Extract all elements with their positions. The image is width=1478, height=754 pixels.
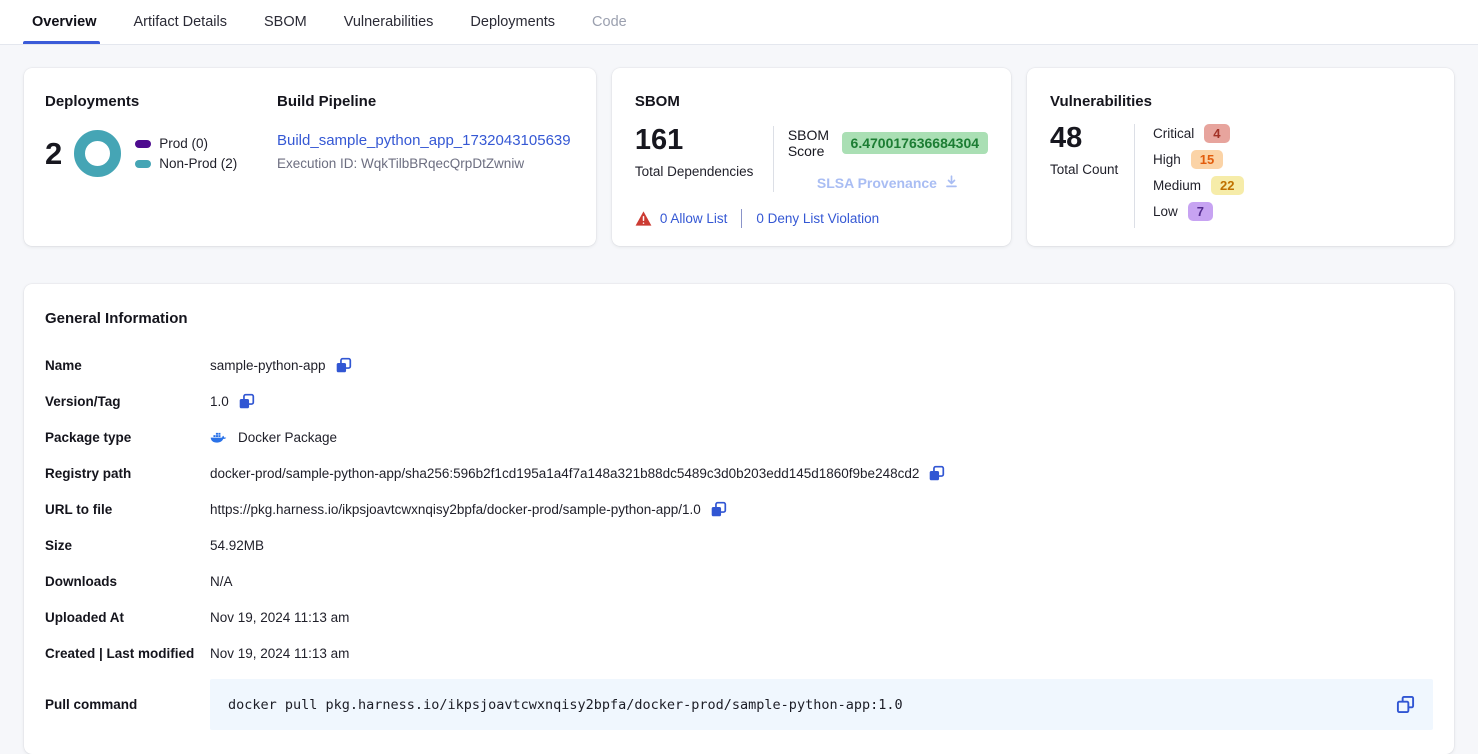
url-to-file-label: URL to file	[45, 502, 210, 517]
name-label: Name	[45, 358, 210, 373]
pull-command-box: docker pull pkg.harness.io/ikpsjoavtcwxn…	[210, 679, 1433, 730]
vulnerabilities-totals: 48 Total Count	[1050, 124, 1134, 228]
allow-list-link[interactable]: 0 Allow List	[660, 211, 728, 226]
deployments-legend: Prod (0) Non-Prod (2)	[135, 131, 237, 176]
medium-count-badge: 22	[1211, 176, 1243, 195]
tab-sbom[interactable]: SBOM	[264, 0, 307, 44]
registry-path-row: Registry path docker-prod/sample-python-…	[45, 455, 1433, 491]
sbom-totals: 161 Total Dependencies	[635, 126, 773, 192]
pull-command-label: Pull command	[45, 697, 210, 712]
tab-vulnerabilities[interactable]: Vulnerabilities	[344, 0, 434, 44]
tab-bar: Overview Artifact Details SBOM Vulnerabi…	[0, 0, 1478, 45]
pull-command-row: Pull command docker pull pkg.harness.io/…	[45, 679, 1433, 730]
slsa-provenance-label: SLSA Provenance	[817, 175, 937, 191]
medium-label: Medium	[1153, 178, 1201, 193]
vulnerabilities-title: Vulnerabilities	[1050, 93, 1431, 110]
uploaded-at-row: Uploaded At Nov 19, 2024 11:13 am	[45, 599, 1433, 635]
severity-row-low: Low 7	[1153, 202, 1243, 221]
nonprod-legend-label: Non-Prod (2)	[159, 156, 237, 171]
prod-legend-label: Prod (0)	[159, 136, 208, 151]
download-icon	[944, 174, 959, 192]
version-row: Version/Tag 1.0	[45, 383, 1433, 419]
package-type-value: Docker Package	[238, 430, 337, 445]
sbom-score-label: SBOM Score	[788, 127, 833, 159]
overview-page: Deployments 2 Prod (0) Non-Prod (2)	[0, 45, 1478, 754]
severity-row-medium: Medium 22	[1153, 176, 1243, 195]
tab-code: Code	[592, 0, 627, 44]
docker-icon	[210, 431, 227, 444]
size-row: Size 54.92MB	[45, 527, 1433, 563]
legend-item-prod: Prod (0)	[135, 136, 237, 151]
copy-icon[interactable]	[238, 393, 255, 410]
warning-icon	[635, 211, 652, 226]
prod-swatch	[135, 140, 151, 148]
build-pipeline-section: Build Pipeline Build_sample_python_app_1…	[277, 93, 575, 221]
tab-overview[interactable]: Overview	[32, 0, 97, 44]
slsa-provenance-download[interactable]: SLSA Provenance	[788, 174, 988, 192]
url-to-file-row: URL to file https://pkg.harness.io/ikpsj…	[45, 491, 1433, 527]
build-pipeline-link[interactable]: Build_sample_python_app_1732043105639	[277, 132, 571, 149]
registry-path-label: Registry path	[45, 466, 210, 481]
deployments-section: Deployments 2 Prod (0) Non-Prod (2)	[45, 93, 277, 221]
uploaded-at-value: Nov 19, 2024 11:13 am	[210, 610, 349, 625]
severity-list: Critical 4 High 15 Medium 22 Low 7	[1153, 124, 1243, 228]
severity-row-critical: Critical 4	[1153, 124, 1243, 143]
critical-count-badge: 4	[1204, 124, 1229, 143]
vulnerabilities-total-count: 48	[1050, 124, 1134, 153]
created-modified-value: Nov 19, 2024 11:13 am	[210, 646, 349, 661]
copy-icon[interactable]	[1396, 695, 1415, 714]
uploaded-at-label: Uploaded At	[45, 610, 210, 625]
high-count-badge: 15	[1191, 150, 1223, 169]
low-label: Low	[1153, 204, 1178, 219]
deployments-donut-chart	[74, 130, 121, 177]
legend-item-nonprod: Non-Prod (2)	[135, 156, 237, 171]
url-to-file-value: https://pkg.harness.io/ikpsjoavtcwxnqisy…	[210, 502, 701, 517]
build-pipeline-title: Build Pipeline	[277, 93, 575, 110]
sbom-title: SBOM	[635, 93, 988, 110]
downloads-label: Downloads	[45, 574, 210, 589]
low-count-badge: 7	[1188, 202, 1213, 221]
deployments-card: Deployments 2 Prod (0) Non-Prod (2)	[24, 68, 596, 246]
downloads-value: N/A	[210, 574, 233, 589]
package-type-label: Package type	[45, 430, 210, 445]
sbom-score-badge: 6.470017636684304	[842, 132, 988, 154]
name-value: sample-python-app	[210, 358, 326, 373]
vulnerabilities-total-label: Total Count	[1050, 162, 1134, 177]
size-value: 54.92MB	[210, 538, 264, 553]
general-information-card: General Information Name sample-python-a…	[24, 284, 1454, 754]
size-label: Size	[45, 538, 210, 553]
copy-icon[interactable]	[710, 501, 727, 518]
deny-list-violation-link[interactable]: 0 Deny List Violation	[756, 211, 879, 226]
version-value: 1.0	[210, 394, 229, 409]
created-modified-row: Created | Last modified Nov 19, 2024 11:…	[45, 635, 1433, 671]
downloads-row: Downloads N/A	[45, 563, 1433, 599]
deployments-total-count: 2	[45, 138, 62, 169]
critical-label: Critical	[1153, 126, 1194, 141]
deployments-title: Deployments	[45, 93, 277, 110]
version-label: Version/Tag	[45, 394, 210, 409]
links-divider	[741, 209, 742, 228]
created-modified-label: Created | Last modified	[45, 646, 210, 661]
general-information-title: General Information	[45, 310, 1433, 327]
vertical-divider	[1134, 124, 1135, 228]
pull-command-value: docker pull pkg.harness.io/ikpsjoavtcwxn…	[228, 697, 903, 713]
sbom-card: SBOM 161 Total Dependencies SBOM Score 6…	[612, 68, 1011, 246]
copy-icon[interactable]	[335, 357, 352, 374]
tab-artifact-details[interactable]: Artifact Details	[134, 0, 227, 44]
high-label: High	[1153, 152, 1181, 167]
execution-id-text: Execution ID: WqkTilbBRqecQrpDtZwniw	[277, 156, 575, 171]
severity-row-high: High 15	[1153, 150, 1243, 169]
sbom-total-dependencies: 161	[635, 126, 773, 155]
name-row: Name sample-python-app	[45, 347, 1433, 383]
nonprod-swatch	[135, 160, 151, 168]
vulnerabilities-card: Vulnerabilities 48 Total Count Critical …	[1027, 68, 1454, 246]
tab-deployments[interactable]: Deployments	[470, 0, 555, 44]
package-type-row: Package type Docker Package	[45, 419, 1433, 455]
copy-icon[interactable]	[928, 465, 945, 482]
summary-cards-row: Deployments 2 Prod (0) Non-Prod (2)	[24, 68, 1454, 246]
sbom-total-label: Total Dependencies	[635, 164, 773, 179]
registry-path-value: docker-prod/sample-python-app/sha256:596…	[210, 466, 919, 481]
